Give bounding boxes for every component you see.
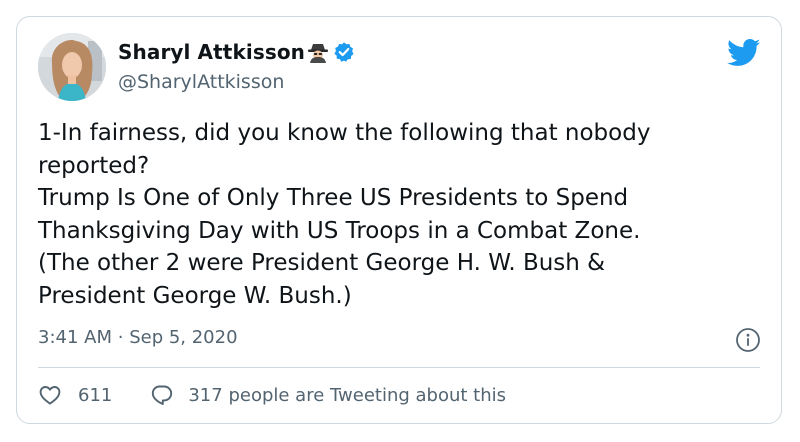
tweet-timestamp[interactable]: 3:41 AM · Sep 5, 2020 (38, 327, 238, 348)
conversation-link[interactable]: 317 people are Tweeting about this (150, 383, 506, 407)
divider (38, 367, 760, 368)
twitter-bird-icon[interactable] (727, 39, 761, 67)
tweet-actions: 611 317 people are Tweeting about this (38, 383, 506, 407)
author-handle[interactable]: @SharylAttkisson (118, 71, 284, 93)
tweet-card[interactable]: Sharyl Attkisson @SharylAttkisson 1-In f… (16, 16, 782, 424)
tweet-text-line: reported? (38, 152, 150, 179)
tweet-text-line: 1-In fairness, did you know the followin… (38, 120, 651, 146)
info-icon[interactable] (735, 327, 761, 353)
timestamp-separator: · (117, 327, 130, 348)
conversation-text[interactable]: 317 people are Tweeting about this (188, 385, 506, 406)
author-name-row[interactable]: Sharyl Attkisson (118, 39, 355, 65)
like-button[interactable]: 611 (38, 383, 112, 407)
tweet-text-line: President George W. Bush.) (38, 282, 352, 309)
display-name[interactable]: Sharyl Attkisson (118, 40, 305, 64)
sleuth-spy-emoji-icon (307, 41, 329, 63)
tweet-text: 1-In fairness, did you know the followin… (38, 117, 768, 312)
avatar[interactable] (38, 33, 106, 101)
heart-icon (38, 383, 62, 407)
speech-bubble-icon (150, 383, 174, 407)
tweet-text-line: Trump Is One of Only Three US Presidents… (38, 185, 629, 211)
like-count: 611 (78, 384, 113, 406)
verified-badge-icon (333, 41, 355, 63)
tweet-date[interactable]: Sep 5, 2020 (129, 327, 237, 348)
tweet-text-line: (The other 2 were President George H. W.… (38, 250, 606, 276)
tweet-text-line: Thanksgiving Day with US Troops in a Com… (38, 217, 641, 244)
tweet-time[interactable]: 3:41 AM (38, 327, 112, 348)
avatar-image (38, 33, 106, 101)
